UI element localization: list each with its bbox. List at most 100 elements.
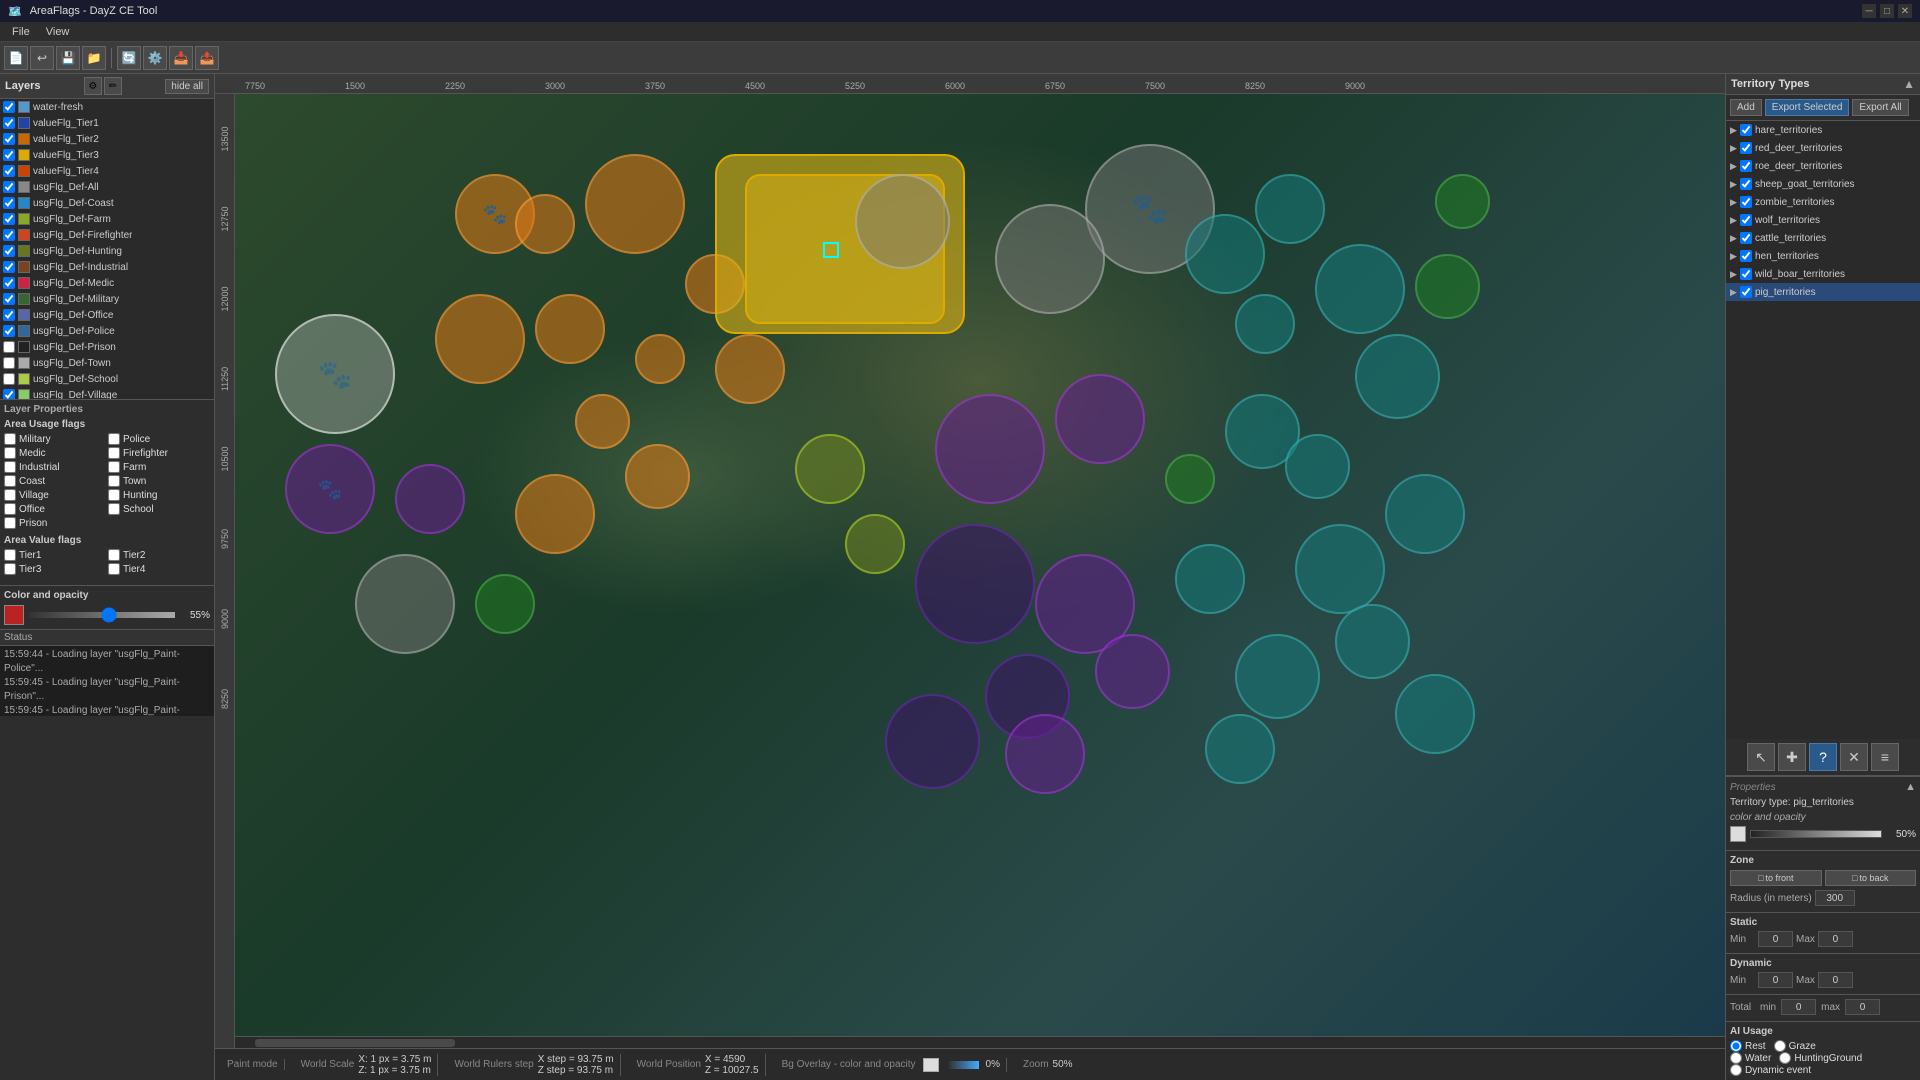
territory-circle[interactable]	[1205, 714, 1275, 784]
layer-item-16[interactable]: usgFlg_Def-Town	[0, 355, 214, 371]
territory-circle[interactable]	[795, 434, 865, 504]
terr-check-6[interactable]	[1740, 232, 1752, 244]
delete-button[interactable]: ✕	[1840, 743, 1868, 771]
prop-opacity-slider-visual[interactable]	[1750, 830, 1882, 838]
flag-tier1-check[interactable]	[4, 549, 16, 561]
territory-list[interactable]: ▶ hare_territories ▶ red_deer_territorie…	[1726, 121, 1920, 739]
help-button[interactable]: ?	[1809, 743, 1837, 771]
layers-settings-button[interactable]: ⚙	[84, 77, 102, 95]
bg-overlay-slider[interactable]	[949, 1061, 979, 1069]
map-canvas[interactable]: 🐾 🐾	[235, 94, 1725, 1048]
territory-circle[interactable]	[1385, 474, 1465, 554]
radius-input[interactable]	[1815, 890, 1855, 906]
terr-check-7[interactable]	[1740, 250, 1752, 262]
territory-circle[interactable]	[1165, 454, 1215, 504]
flag-hunting-check[interactable]	[108, 489, 120, 501]
terr-check-2[interactable]	[1740, 160, 1752, 172]
layer-check-3[interactable]	[3, 149, 15, 161]
layers-add-button[interactable]: ✏	[104, 77, 122, 95]
flag-village-check[interactable]	[4, 489, 16, 501]
layer-check-14[interactable]	[3, 325, 15, 337]
layer-item-15[interactable]: usgFlg_Def-Prison	[0, 339, 214, 355]
territory-types-expand[interactable]: ▲	[1903, 77, 1915, 91]
territory-circle[interactable]	[1315, 244, 1405, 334]
hide-all-button[interactable]: hide all	[165, 79, 209, 94]
maximize-button[interactable]: □	[1880, 4, 1894, 18]
territory-circle[interactable]	[885, 694, 980, 789]
flag-industrial-check[interactable]	[4, 461, 16, 473]
menu-file[interactable]: File	[4, 26, 38, 38]
flag-school-check[interactable]	[108, 503, 120, 515]
ai-graze-radio[interactable]	[1774, 1040, 1786, 1052]
ai-water-radio[interactable]	[1730, 1052, 1742, 1064]
layer-check-4[interactable]	[3, 165, 15, 177]
territory-circle[interactable]	[535, 294, 605, 364]
flag-town-check[interactable]	[108, 475, 120, 487]
ai-huntingground-radio[interactable]	[1779, 1052, 1791, 1064]
terr-check-5[interactable]	[1740, 214, 1752, 226]
close-button[interactable]: ✕	[1898, 4, 1912, 18]
layer-check-13[interactable]	[3, 309, 15, 321]
toolbar-new[interactable]: 📄	[4, 46, 28, 70]
layers-list[interactable]: water-fresh valueFlg_Tier1 valueFlg_Tier…	[0, 99, 214, 399]
terr-check-0[interactable]	[1740, 124, 1752, 136]
properties-expand-icon[interactable]: ▲	[1905, 781, 1916, 793]
flag-tier4-check[interactable]	[108, 563, 120, 575]
flag-firefighter-check[interactable]	[108, 447, 120, 459]
territory-item-9[interactable]: ▶ pig_territories	[1726, 283, 1920, 301]
territory-circle[interactable]	[1335, 604, 1410, 679]
to-front-button[interactable]: □ to front	[1730, 870, 1822, 886]
layer-item-8[interactable]: usgFlg_Def-Firefighter	[0, 227, 214, 243]
territory-item-1[interactable]: ▶ red_deer_territories	[1726, 139, 1920, 157]
bg-overlay-color[interactable]	[923, 1058, 939, 1072]
territory-circle[interactable]	[1435, 174, 1490, 229]
terr-check-1[interactable]	[1740, 142, 1752, 154]
menu-view[interactable]: View	[38, 26, 78, 38]
flag-coast-check[interactable]	[4, 475, 16, 487]
add-territory-button[interactable]: Add	[1730, 99, 1762, 116]
layer-check-6[interactable]	[3, 197, 15, 209]
flag-prison-check[interactable]	[4, 517, 16, 529]
territory-circle[interactable]	[1255, 174, 1325, 244]
territory-circle[interactable]	[625, 444, 690, 509]
flag-office-check[interactable]	[4, 503, 16, 515]
layer-item-17[interactable]: usgFlg_Def-School	[0, 371, 214, 387]
territory-circle[interactable]	[395, 464, 465, 534]
layer-check-17[interactable]	[3, 373, 15, 385]
toolbar-saveas[interactable]: 📁	[82, 46, 106, 70]
territory-circle[interactable]	[435, 294, 525, 384]
total-max-input[interactable]	[1845, 999, 1880, 1015]
territory-circle[interactable]	[935, 394, 1045, 504]
layer-item-4[interactable]: valueFlg_Tier4	[0, 163, 214, 179]
layer-item-5[interactable]: usgFlg_Def-All	[0, 179, 214, 195]
layer-check-10[interactable]	[3, 261, 15, 273]
select-tool-button[interactable]: ↖	[1747, 743, 1775, 771]
export-selected-button[interactable]: Export Selected	[1765, 99, 1850, 116]
layer-item-6[interactable]: usgFlg_Def-Coast	[0, 195, 214, 211]
layer-item-14[interactable]: usgFlg_Def-Police	[0, 323, 214, 339]
color-swatch[interactable]	[4, 605, 24, 625]
territory-item-5[interactable]: ▶ wolf_territories	[1726, 211, 1920, 229]
layer-check-11[interactable]	[3, 277, 15, 289]
territory-item-2[interactable]: ▶ roe_deer_territories	[1726, 157, 1920, 175]
dynamic-min-input[interactable]	[1758, 972, 1793, 988]
layer-item-13[interactable]: usgFlg_Def-Office	[0, 307, 214, 323]
territory-circle[interactable]	[1395, 674, 1475, 754]
terr-check-4[interactable]	[1740, 196, 1752, 208]
layer-item-9[interactable]: usgFlg_Def-Hunting	[0, 243, 214, 259]
ai-rest-radio[interactable]	[1730, 1040, 1742, 1052]
territory-circle[interactable]	[845, 514, 905, 574]
territory-circle[interactable]	[855, 174, 950, 269]
layer-item-3[interactable]: valueFlg_Tier3	[0, 147, 214, 163]
flag-medic-check[interactable]	[4, 447, 16, 459]
layer-item-18[interactable]: usgFlg_Def-Village	[0, 387, 214, 399]
export-all-button[interactable]: Export All	[1852, 99, 1908, 116]
territory-circle[interactable]	[1415, 254, 1480, 319]
territory-circle[interactable]	[585, 154, 685, 254]
terr-check-8[interactable]	[1740, 268, 1752, 280]
territory-circle[interactable]	[355, 554, 455, 654]
territory-circle[interactable]	[1285, 434, 1350, 499]
layer-check-15[interactable]	[3, 341, 15, 353]
flag-farm-check[interactable]	[108, 461, 120, 473]
territory-circle[interactable]	[1175, 544, 1245, 614]
